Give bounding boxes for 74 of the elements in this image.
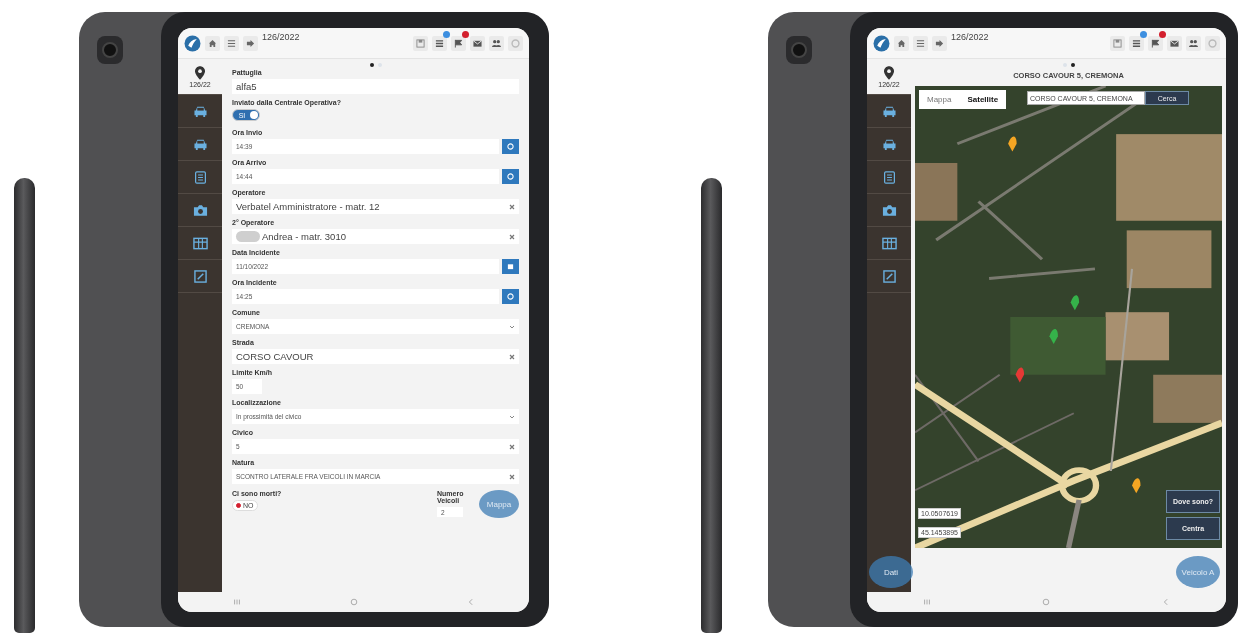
menu-button[interactable] [913, 35, 928, 51]
clipboard-icon [881, 170, 897, 184]
page-indicator-dot[interactable] [1070, 63, 1075, 67]
clear-icon[interactable] [509, 233, 515, 240]
radio-button[interactable] [236, 503, 241, 508]
map-pin-icon [884, 65, 894, 80]
users-icon [1189, 38, 1198, 48]
clipboard-icon [192, 170, 208, 184]
car-icon [881, 137, 897, 151]
time-picker-button[interactable] [502, 169, 519, 184]
clear-icon[interactable] [509, 203, 515, 210]
mail-icon [1170, 38, 1179, 48]
mail-icon [473, 38, 482, 48]
app-logo-icon [873, 34, 890, 52]
save-button[interactable] [413, 35, 428, 51]
map-pin-icon [195, 65, 205, 80]
save-button[interactable] [1110, 35, 1125, 51]
flag-icon [454, 38, 463, 48]
menu-icon [227, 38, 236, 48]
car-icon [192, 104, 208, 118]
menu-icon [916, 38, 925, 48]
users-icon [492, 38, 501, 48]
exit-button[interactable] [932, 35, 947, 51]
home-button[interactable] [894, 35, 909, 51]
notification-badge [443, 30, 450, 38]
mail-button[interactable] [470, 35, 485, 51]
camera-icon [192, 203, 208, 217]
exit-button[interactable] [243, 35, 258, 51]
clear-icon[interactable] [509, 353, 515, 360]
camera-module [97, 36, 123, 64]
exit-icon [246, 38, 255, 48]
users-button[interactable] [489, 35, 504, 51]
save-icon [1113, 38, 1122, 48]
calendar-icon [507, 263, 514, 270]
chevron-down-icon [509, 413, 515, 420]
home-icon [897, 38, 906, 48]
page-indicator-dot[interactable] [369, 63, 374, 67]
list-icon [435, 38, 444, 48]
home-button[interactable] [205, 35, 220, 51]
time-picker-button[interactable] [502, 289, 519, 304]
clock-icon [507, 143, 514, 150]
notification-badge [1140, 30, 1147, 38]
home-icon [208, 38, 217, 48]
camera-icon [881, 203, 897, 217]
users-button[interactable] [1186, 35, 1201, 51]
car-icon [192, 137, 208, 151]
input-field[interactable]: Andrea - matr. 3010 [232, 229, 519, 244]
chevron-down-icon [509, 323, 515, 330]
input-field[interactable]: alfa5 [232, 79, 519, 94]
exit-icon [935, 38, 944, 48]
grid-icon [192, 236, 208, 250]
input-field[interactable]: CORSO CAVOUR [232, 349, 519, 364]
app-logo-icon [184, 34, 201, 52]
save-icon [416, 38, 425, 48]
notification-badge [462, 30, 469, 38]
clock-icon [507, 173, 514, 180]
record-number: 126/2022 [951, 32, 989, 42]
input-field[interactable]: Verbatel Amministratore - matr. 12 [232, 199, 519, 214]
grid-icon [881, 236, 897, 250]
clear-icon[interactable] [509, 443, 515, 450]
notification-badge [1159, 30, 1166, 38]
mail-button[interactable] [1167, 35, 1182, 51]
edit-icon [192, 269, 208, 283]
date-picker-button[interactable] [502, 259, 519, 274]
edit-icon [881, 269, 897, 283]
list-icon [1132, 38, 1141, 48]
time-picker-button[interactable] [502, 139, 519, 154]
clear-icon[interactable] [509, 473, 515, 480]
car-icon [881, 104, 897, 118]
clock-icon [507, 293, 514, 300]
flag-icon [1151, 38, 1160, 48]
record-number: 126/2022 [262, 32, 300, 42]
camera-module [786, 36, 812, 64]
menu-button[interactable] [224, 35, 239, 51]
